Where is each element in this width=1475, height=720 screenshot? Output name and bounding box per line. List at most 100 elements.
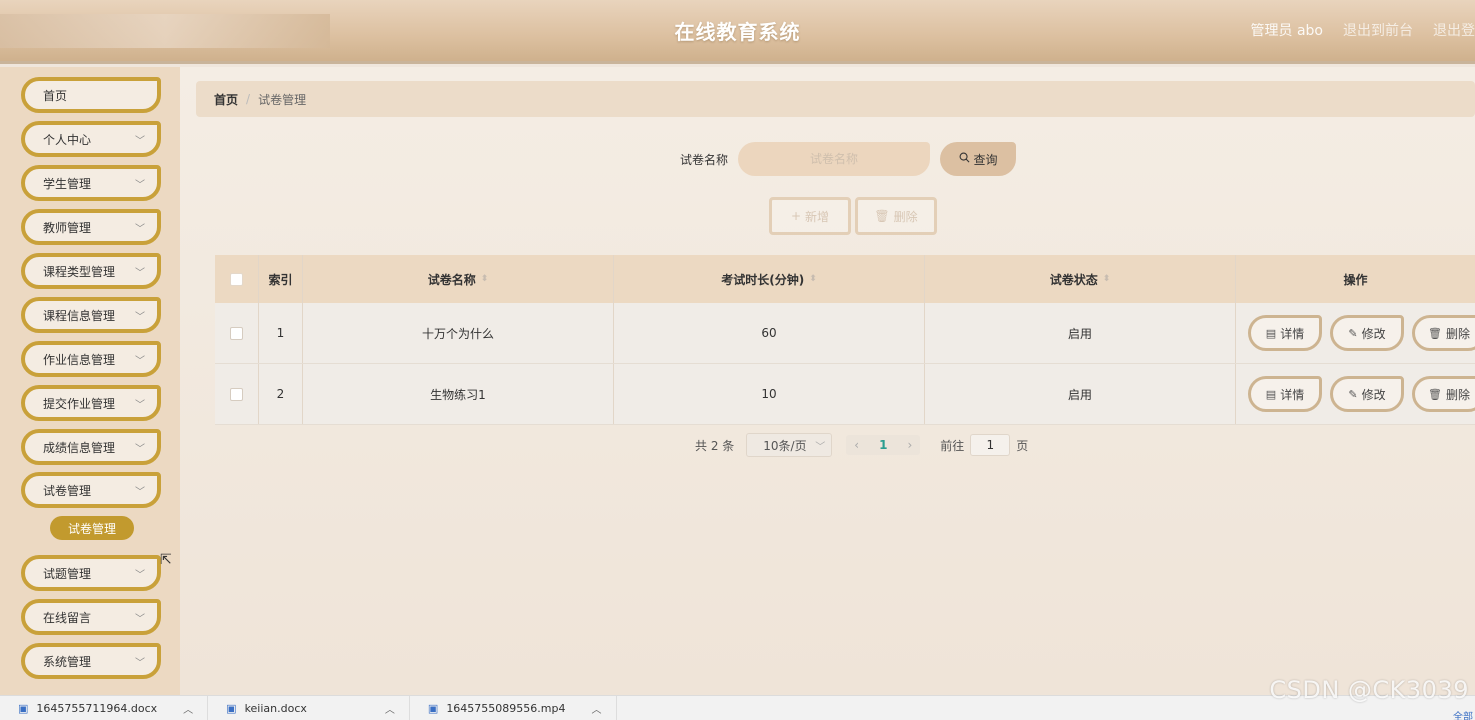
table-row: 2 生物练习1 10 启用 ▤ 详情 ✎ 修改 🗑 删除 [215, 364, 1475, 425]
sort-icon[interactable]: ⬍ [481, 275, 489, 284]
download-item[interactable]: ▣ 1645755089556.mp4 ︿ [410, 695, 617, 720]
chevron-down-icon: ﹀ [135, 135, 145, 147]
sidebar-item-grades[interactable]: 成绩信息管理 ﹀ [21, 429, 161, 465]
header-name-cell[interactable]: 试卷名称 ⬍ [303, 255, 614, 303]
next-page-icon[interactable]: › [907, 438, 912, 452]
chevron-down-icon: ﹀ [135, 267, 145, 279]
search-icon [959, 152, 970, 166]
sidebar-item-system[interactable]: 系统管理 ﹀ [21, 643, 161, 679]
sidebar-item-label: 个人中心 [43, 132, 92, 147]
pagination: 共 2 条 10条/页 ﹀ ‹ 1 › 前往 1 页 [695, 433, 1028, 457]
chevron-down-icon: ﹀ [135, 443, 145, 455]
breadcrumb-home[interactable]: 首页 [214, 91, 238, 108]
top-header: 在线教育系统 管理员 abo 退出到前台 退出登 [0, 0, 1475, 64]
row-checkbox[interactable] [230, 387, 243, 401]
sidebar-item-personal-center[interactable]: 个人中心 ﹀ [21, 121, 161, 157]
download-item[interactable]: ▣ keiian.docx ︿ [208, 695, 410, 720]
chevron-down-icon: ﹀ [815, 441, 826, 453]
sort-icon[interactable]: ⬍ [1103, 275, 1111, 284]
sidebar-item-exam-papers[interactable]: 试卷管理 ﹀ [21, 472, 161, 508]
sidebar-item-questions[interactable]: 试题管理 ﹀ [21, 555, 161, 591]
pencil-icon: ✎ [1348, 326, 1358, 340]
edit-label: 修改 [1361, 387, 1386, 402]
edit-button[interactable]: ✎ 修改 [1330, 315, 1404, 351]
chevron-down-icon: ﹀ [135, 613, 145, 625]
admin-user-label: 管理员 abo [1250, 23, 1323, 39]
search-bar: 试卷名称 查询 [680, 142, 1017, 176]
detail-label: 详情 [1280, 387, 1305, 402]
sidebar-item-course-types[interactable]: 课程类型管理 ﹀ [21, 253, 161, 289]
chevron-down-icon: ﹀ [135, 399, 145, 411]
goto-page-input[interactable]: 1 [970, 434, 1011, 456]
chevron-down-icon: ﹀ [135, 179, 145, 191]
sidebar-item-course-info[interactable]: 课程信息管理 ﹀ [21, 297, 161, 333]
detail-button[interactable]: ▤ 详情 [1248, 315, 1322, 351]
document-icon: ▤ [1265, 326, 1277, 340]
sidebar-item-teachers[interactable]: 教师管理 ﹀ [21, 209, 161, 245]
row-ops: ▤ 详情 ✎ 修改 🗑 删除 [1236, 364, 1475, 424]
watermark: CSDN @CK3039 [1269, 676, 1469, 704]
detail-button[interactable]: ▤ 详情 [1248, 376, 1322, 412]
paper-name-search-input[interactable] [738, 142, 931, 176]
show-all-downloads-link[interactable]: 全部 [1453, 708, 1473, 720]
exit-to-front-link[interactable]: 退出到前台 [1343, 20, 1413, 40]
query-button-label: 查询 [973, 152, 998, 167]
chevron-down-icon: ﹀ [135, 657, 145, 669]
sidebar-item-label: 首页 [43, 88, 68, 103]
sidebar: 首页 个人中心 ﹀ 学生管理 ﹀ 教师管理 ﹀ 课程类型管理 ﹀ 课程信息管理 … [0, 67, 180, 695]
batch-delete-button[interactable]: 🗑 删除 [855, 197, 937, 235]
row-index: 1 [259, 303, 303, 363]
main-content: 首页 / 试卷管理 试卷名称 查询 + 新增 🗑 删除 索引 [180, 67, 1475, 695]
header-duration-cell[interactable]: 考试时长(分钟) ⬍ [614, 255, 925, 303]
chevron-up-icon[interactable]: ︿ [385, 701, 395, 716]
sidebar-item-label: 作业信息管理 [43, 352, 116, 367]
sidebar-item-homework-info[interactable]: 作业信息管理 ﹀ [21, 341, 161, 377]
row-status: 启用 [925, 303, 1236, 363]
sidebar-item-label: 课程信息管理 [43, 308, 116, 323]
batch-delete-label: 删除 [893, 209, 918, 224]
chevron-up-icon[interactable]: ︿ [183, 701, 193, 716]
add-button[interactable]: + 新增 [769, 197, 851, 235]
trash-icon: 🗑 [874, 209, 890, 223]
sidebar-item-label: 提交作业管理 [43, 396, 116, 411]
delete-button[interactable]: 🗑 删除 [1412, 376, 1475, 412]
word-file-icon: ▣ [18, 701, 29, 715]
chevron-up-icon[interactable]: ︿ [592, 701, 602, 716]
goto-label: 前往 [940, 438, 965, 453]
trash-icon: 🗑 [1428, 326, 1442, 340]
download-item[interactable]: ▣ 1645755711964.docx ︿ [0, 695, 209, 720]
select-all-checkbox[interactable] [230, 272, 243, 286]
row-checkbox-cell [215, 303, 259, 363]
breadcrumb: 首页 / 试卷管理 [196, 81, 1475, 117]
sidebar-item-messages[interactable]: 在线留言 ﹀ [21, 599, 161, 635]
table-header-row: 索引 试卷名称 ⬍ 考试时长(分钟) ⬍ 试卷状态 ⬍ 操作 [215, 255, 1475, 303]
query-button[interactable]: 查询 [940, 142, 1017, 176]
header-duration: 考试时长(分钟) [721, 272, 805, 287]
sidebar-item-label: 试卷管理 [43, 483, 92, 498]
goto-page: 前往 1 页 [940, 434, 1028, 456]
logout-link[interactable]: 退出登 [1433, 20, 1475, 40]
prev-page-icon[interactable]: ‹ [854, 438, 859, 452]
submenu-exam-papers-active[interactable]: 试卷管理 [50, 516, 134, 540]
current-page[interactable]: 1 [879, 438, 887, 452]
download-filename: keiian.docx [244, 701, 307, 715]
exam-paper-table: 索引 试卷名称 ⬍ 考试时长(分钟) ⬍ 试卷状态 ⬍ 操作 1 十万个为什么 … [215, 255, 1475, 425]
header-name: 试卷名称 [427, 272, 476, 287]
edit-button[interactable]: ✎ 修改 [1330, 376, 1404, 412]
sidebar-item-home[interactable]: 首页 [21, 77, 161, 113]
sort-icon[interactable]: ⬍ [809, 275, 817, 284]
delete-button[interactable]: 🗑 删除 [1412, 315, 1475, 351]
sidebar-item-submit-homework[interactable]: 提交作业管理 ﹀ [21, 385, 161, 421]
sidebar-item-label: 学生管理 [43, 176, 92, 191]
header-status-cell[interactable]: 试卷状态 ⬍ [925, 255, 1236, 303]
sidebar-item-students[interactable]: 学生管理 ﹀ [21, 165, 161, 201]
row-checkbox[interactable] [230, 326, 243, 340]
page-size-select[interactable]: 10条/页 ﹀ [746, 433, 833, 457]
header-index: 索引 [259, 255, 303, 303]
search-label: 试卷名称 [680, 152, 729, 167]
plus-icon: + [790, 209, 802, 223]
delete-label: 删除 [1445, 326, 1470, 341]
row-duration: 10 [614, 364, 925, 424]
header-status: 试卷状态 [1049, 272, 1098, 287]
word-file-icon: ▣ [226, 701, 237, 715]
